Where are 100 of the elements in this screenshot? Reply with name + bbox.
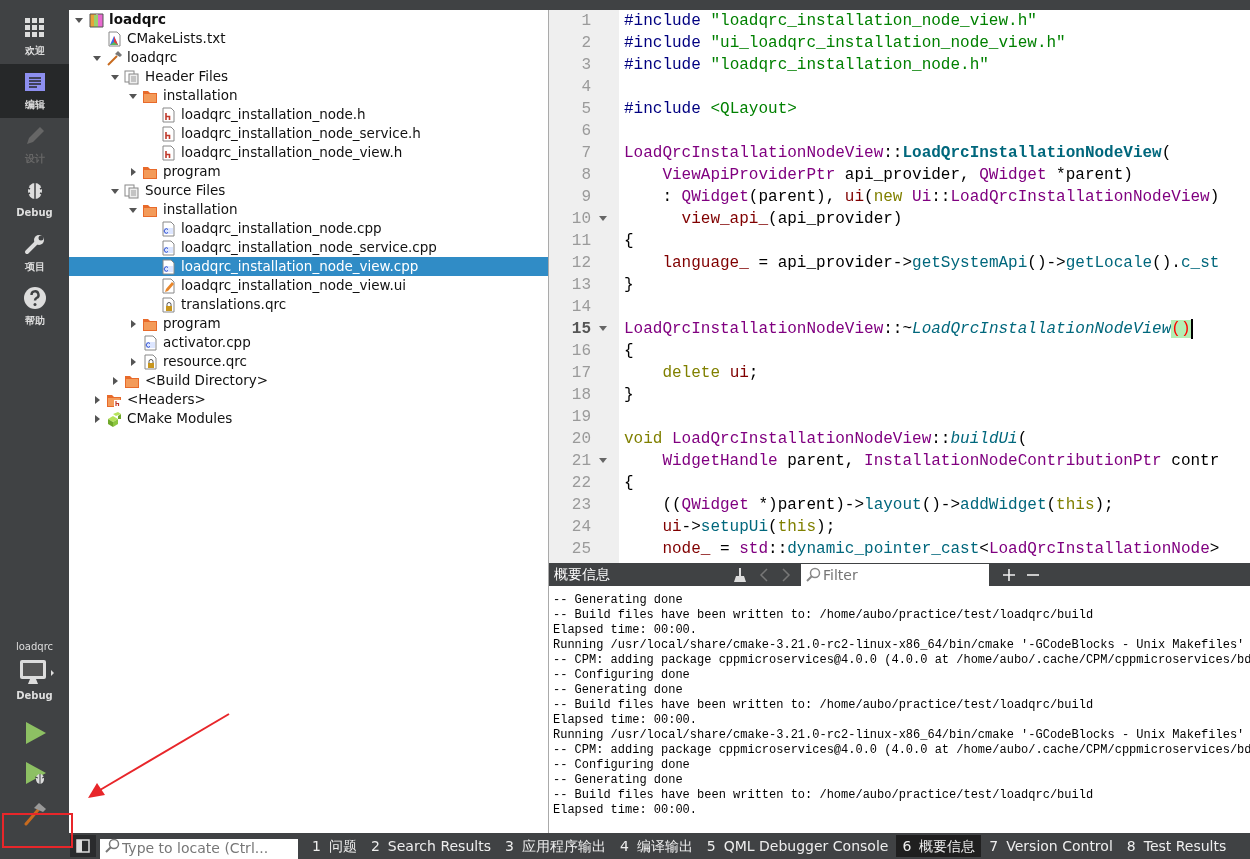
file-group-icon [124, 68, 140, 85]
code-line: #include "loadqrc_installation_node.h" [624, 55, 990, 76]
line-number: 25 [570, 539, 591, 560]
line-number: 20 [570, 429, 591, 450]
code-line: { [624, 231, 635, 252]
tree-item[interactable]: CMakeLists.txt [69, 29, 548, 48]
tree-item[interactable]: installation [69, 86, 548, 105]
code-line: node_ = std::dynamic_pointer_cast<LoadQrcInstallationNode> [661, 539, 1221, 560]
tree-item[interactable]: loadqrc_installation_node_service.cpp [69, 238, 548, 257]
resource-file-icon [142, 353, 158, 370]
resource-file-icon [160, 296, 176, 313]
wrench-icon [22, 232, 47, 256]
mode-button[interactable]: 欢迎 [0, 10, 69, 64]
line-number: 18 [570, 385, 591, 406]
output-line: -- CPM: adding package cppmicroservices@4.0.0 (4.0.0 at /home/aubo/.cache/CPM/cppmicroservices/bd [553, 743, 1250, 758]
tree-item[interactable]: loadqrc_installation_node_view.h [69, 143, 548, 162]
line-number: 12 [570, 253, 591, 274]
mode-button[interactable]: Debug [0, 172, 69, 226]
output-line: Running /usr/local/share/cmake-3.21.0-rc2-linux-x86_64/bin/cmake '-GCodeBlocks - Unix Makefiles' [553, 728, 1246, 743]
output-line: -- Configuring done [553, 758, 691, 773]
code-line: { [624, 341, 635, 362]
output-tab[interactable]: 5 QML Debugger Console [700, 835, 895, 857]
line-number: 4 [580, 77, 591, 98]
tree-item[interactable]: CMake Modules [69, 409, 548, 428]
output-tab[interactable]: 2 Search Results [364, 835, 497, 857]
line-number: 5 [580, 99, 591, 120]
code-line: WidgetHandle parent, InstallationNodeContributionPtr contr [661, 451, 1221, 472]
code-line: LoadQrcInstallationNodeView::LoadQrcInstallationNodeView( [624, 143, 1173, 164]
line-number: 7 [580, 143, 591, 164]
tree-item[interactable]: loadqrc [69, 10, 548, 29]
locate-field[interactable]: Type to locate (Ctrl... [100, 838, 298, 859]
output-line: -- Build files have been written to: /home/aubo/practice/test/loadqrc/build [553, 698, 1095, 713]
output-line: -- Build files have been written to: /home/aubo/practice/test/loadqrc/build [553, 608, 1095, 623]
output-tab[interactable]: 1 问题 [306, 835, 363, 857]
code-line: #include "ui_loadqrc_installation_node_view.h" [624, 33, 1067, 54]
output-tab[interactable]: 7 Version Control [983, 835, 1119, 857]
tree-item[interactable]: program [69, 162, 548, 181]
line-number: 1 [580, 11, 591, 32]
output-tab[interactable]: 6 概要信息 [896, 835, 982, 857]
header-file-icon [160, 144, 176, 161]
tree-item[interactable]: loadqrc_installation_node.cpp [69, 219, 548, 238]
search-icon [104, 838, 120, 854]
plus-icon[interactable] [1001, 566, 1017, 583]
mode-button[interactable]: 项目 [0, 226, 69, 280]
code-line: delete ui; [661, 363, 760, 384]
output-line: -- Build files have been written to: /home/aubo/practice/test/loadqrc/build [553, 788, 1095, 803]
output-line: Elapsed time: 00:00. [553, 803, 699, 818]
line-number: 16 [570, 341, 591, 362]
output-tab[interactable]: 3 应用程序输出 [498, 835, 612, 857]
code-line: LoadQrcInstallationNodeView::~LoadQrcInstallationNodeView() [624, 318, 1194, 340]
pane-title: 概要信息 [553, 565, 611, 584]
target-project-label: loadqrc [15, 640, 54, 654]
tree-item[interactable]: loadqrc_installation_node_view.cpp [69, 257, 548, 276]
output-line: -- Generating done [553, 773, 684, 788]
tree-item[interactable]: Header Files [69, 67, 548, 86]
cpp-file-icon [160, 239, 176, 256]
sidebar-toggle-icon[interactable] [70, 835, 96, 857]
tree-item[interactable]: installation [69, 200, 548, 219]
file-group-icon [124, 182, 140, 199]
line-number: 11 [570, 231, 591, 252]
tree-item[interactable]: <Build Directory> [69, 371, 548, 390]
output-tab[interactable]: 4 编译输出 [613, 835, 699, 857]
line-number: 3 [580, 55, 591, 76]
output-line: Elapsed time: 00:00. [553, 713, 699, 728]
code-line: ui->setupUi(this); [661, 517, 837, 538]
line-number: 24 [570, 517, 591, 538]
code-line: #include "loadqrc_installation_node_view.h" [624, 11, 1038, 32]
tree-item[interactable]: program [69, 314, 548, 333]
kit-selector-button[interactable]: Debug [14, 658, 55, 703]
tree-item[interactable]: loadqrc_installation_node.h [69, 105, 548, 124]
line-number: 13 [570, 275, 591, 296]
broom-icon[interactable] [731, 565, 749, 584]
tree-item[interactable]: translations.qrc [69, 295, 548, 314]
output-tab[interactable]: 8 Test Results [1120, 835, 1233, 857]
filter-field[interactable]: Filter [801, 563, 989, 587]
cpp-file-icon [142, 334, 158, 351]
line-number: 23 [570, 495, 591, 516]
tree-item[interactable]: <Headers> [69, 390, 548, 409]
code-line: language_ = api_provider->getSystemApi()->getLocale().c_st [661, 253, 1221, 274]
project-icon [88, 11, 104, 28]
code-line: #include <QLayout> [624, 99, 798, 120]
output-line: -- Generating done [553, 683, 684, 698]
mode-button[interactable]: 编辑 [0, 64, 69, 118]
tree-item[interactable]: activator.cpp [69, 333, 548, 352]
code-line: } [624, 385, 635, 406]
code-line: void LoadQrcInstallationNodeView::buildUi( [624, 429, 1029, 450]
tree-item[interactable]: loadqrc_installation_node_service.h [69, 124, 548, 143]
code-line: : QWidget(parent), ui(new Ui::LoadQrcInstallationNodeView) [661, 187, 1221, 208]
code-line: { [624, 473, 635, 494]
grid-icon [22, 16, 47, 40]
header-file-icon [160, 125, 176, 142]
tree-item[interactable]: resource.qrc [69, 352, 548, 371]
tree-item[interactable]: Source Files [69, 181, 548, 200]
highlight-box [2, 813, 73, 848]
help-icon [22, 286, 47, 310]
header-file-icon [160, 106, 176, 123]
tree-item[interactable]: loadqrc [69, 48, 548, 67]
output-line: -- CPM: adding package cppmicroservices@4.0.0 (4.0.0 at /home/aubo/.cache/CPM/cppmicroservices/bd [553, 653, 1250, 668]
tree-item[interactable]: loadqrc_installation_node_view.ui [69, 276, 548, 295]
mode-button[interactable]: 帮助 [0, 280, 69, 334]
